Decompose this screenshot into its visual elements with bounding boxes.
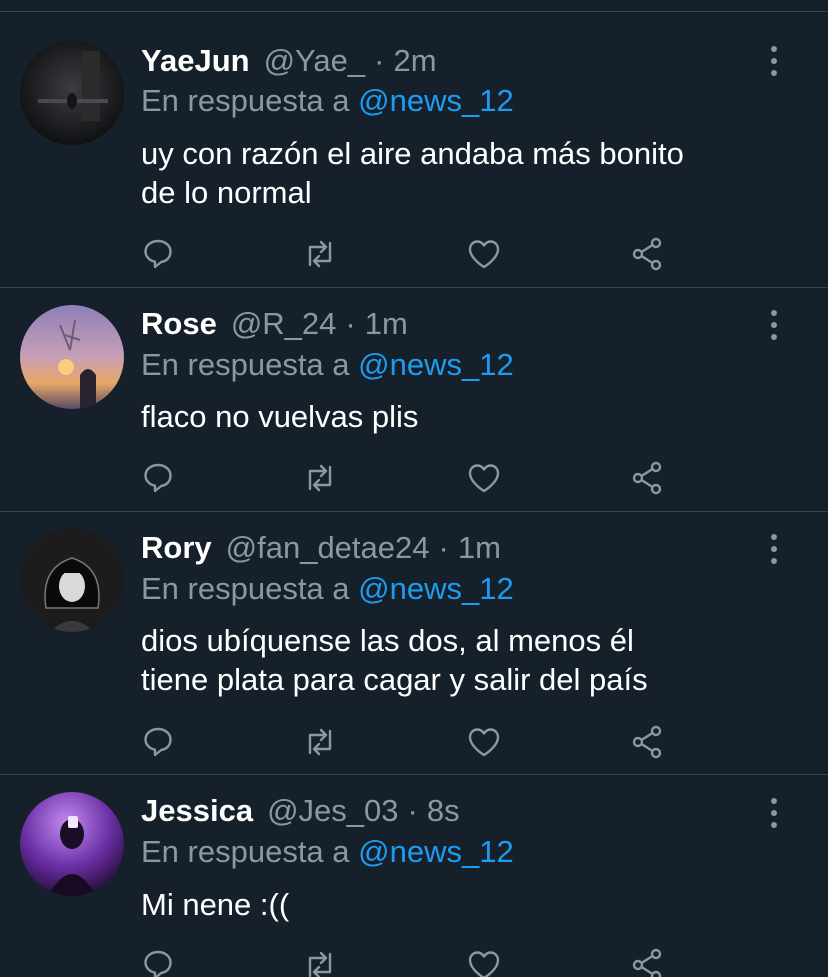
more-options-icon[interactable] [762,46,786,76]
tweet-header: Rose @R_24 · 1m [141,302,408,346]
tweet-header: Rory @fan_detae24 · 1m [141,526,501,570]
like-icon[interactable] [464,458,504,498]
user-handle[interactable]: @R_24 [231,302,337,346]
tweet-header: YaeJun @Yae_ · 2m [141,39,437,83]
tweet-text-line: tiene plata para cagar y salir del país [141,662,648,697]
tweet-text-line: de lo normal [141,175,312,210]
separator-dot: · [345,306,356,341]
tweet-actions [0,458,828,498]
timestamp[interactable]: 2m [393,39,436,83]
display-name[interactable]: Rose [141,302,217,346]
tweet-text-line: flaco no vuelvas plis [141,399,419,434]
share-icon[interactable] [628,234,668,274]
user-handle[interactable]: @Jes_03 [267,789,398,833]
reply-prefix: En respuesta a [141,83,350,118]
reply-prefix: En respuesta a [141,571,350,606]
timestamp[interactable]: 1m [458,526,501,570]
timestamp[interactable]: 1m [365,302,408,346]
reply-icon[interactable] [138,234,178,274]
tweet-actions [0,945,828,977]
reply-feed: YaeJun @Yae_ · 2m En respuesta a @news_1… [0,0,828,977]
avatar-rose[interactable] [20,305,124,409]
tweet-text-line: uy con razón el aire andaba más bonito [141,136,684,171]
reply-mention-link[interactable]: @news_12 [358,347,514,382]
tweet-text: Mi nene :(( [141,885,791,924]
reply-icon[interactable] [138,458,178,498]
reply-context: En respuesta a @news_12 [141,832,514,872]
separator-dot: · [407,793,418,828]
reply-icon[interactable] [138,945,178,977]
reply-prefix: En respuesta a [141,834,350,869]
like-icon[interactable] [464,722,504,762]
tweet-rory[interactable]: Rory @fan_detae24 · 1m En respuesta a @n… [0,512,828,775]
display-name[interactable]: YaeJun [141,39,250,83]
reply-context: En respuesta a @news_12 [141,345,514,385]
tweet-actions [0,234,828,274]
avatar-yaejun[interactable] [20,41,124,145]
tweet-text-line: Mi nene :(( [141,887,290,922]
like-icon[interactable] [464,234,504,274]
like-icon[interactable] [464,945,504,977]
reply-prefix: En respuesta a [141,347,350,382]
tweet-header: Jessica @Jes_03 · 8s [141,789,460,833]
avatar-jessica[interactable] [20,792,124,896]
share-icon[interactable] [628,458,668,498]
separator-dot: · [374,43,385,78]
tweet-text: dios ubíquense las dos, al menos él tien… [141,621,791,699]
tweet-rose[interactable]: Rose @R_24 · 1m En respuesta a @news_12 … [0,288,828,512]
retweet-icon[interactable] [300,458,340,498]
tweet-yaejun[interactable]: YaeJun @Yae_ · 2m En respuesta a @news_1… [0,12,828,288]
share-icon[interactable] [628,945,668,977]
share-icon[interactable] [628,722,668,762]
reply-mention-link[interactable]: @news_12 [358,834,514,869]
reply-context: En respuesta a @news_12 [141,81,514,121]
avatar-rory[interactable] [20,528,124,632]
tweet-text-line: dios ubíquense las dos, al menos él [141,623,634,658]
retweet-icon[interactable] [300,722,340,762]
more-options-icon[interactable] [762,534,786,564]
reply-context: En respuesta a @news_12 [141,569,514,609]
display-name[interactable]: Jessica [141,789,253,833]
timestamp[interactable]: 8s [427,789,460,833]
display-name[interactable]: Rory [141,526,212,570]
separator-dot: · [438,530,449,565]
user-handle[interactable]: @fan_detae24 [226,526,430,570]
more-options-icon[interactable] [762,310,786,340]
tweet-text: uy con razón el aire andaba más bonito d… [141,134,791,212]
tweet-jessica[interactable]: Jessica @Jes_03 · 8s En respuesta a @new… [0,775,828,977]
retweet-icon[interactable] [300,234,340,274]
reply-mention-link[interactable]: @news_12 [358,83,514,118]
reply-icon[interactable] [138,722,178,762]
user-handle[interactable]: @Yae_ [264,39,366,83]
reply-mention-link[interactable]: @news_12 [358,571,514,606]
tweet-text: flaco no vuelvas plis [141,397,791,436]
tweet-actions [0,722,828,762]
retweet-icon[interactable] [300,945,340,977]
more-options-icon[interactable] [762,798,786,828]
